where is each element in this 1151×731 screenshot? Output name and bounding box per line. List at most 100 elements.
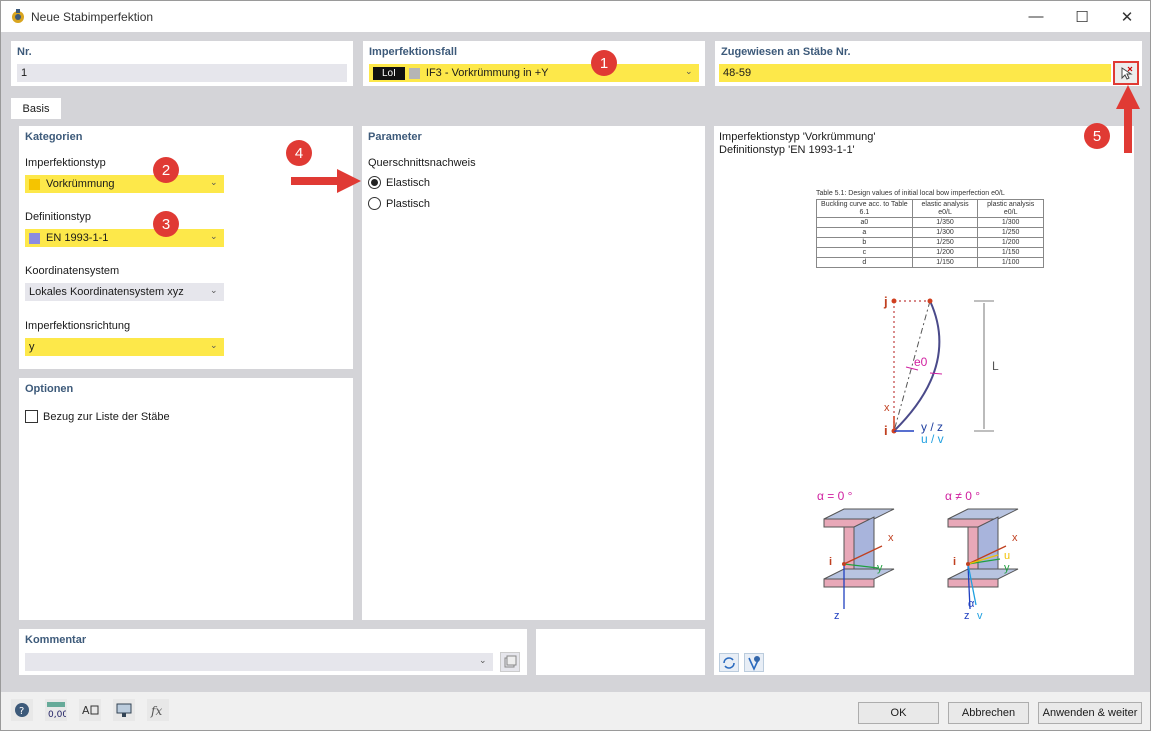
pick-members-button[interactable] (1113, 61, 1139, 85)
info-view-button[interactable] (744, 653, 764, 672)
arrow-up-icon (1116, 85, 1140, 153)
info-line1: Imperfektionstyp 'Vorkrümmung' (719, 131, 876, 143)
imperfektionsfall-title: Imperfektionsfall (369, 46, 458, 58)
section2-y-label: y (1004, 562, 1010, 574)
label-x: x (884, 402, 890, 414)
arrow-right-icon (291, 169, 361, 193)
table-header-row: Buckling curve acc. to Table 6.1 elastic… (816, 199, 1044, 218)
load-type-tag: LoI (373, 66, 405, 80)
apply-next-button[interactable]: Anwenden & weiter (1038, 702, 1142, 724)
table-cell: 1/250 (977, 227, 1044, 238)
ok-label: OK (890, 707, 907, 719)
elastisch-label: Elastisch (386, 177, 431, 189)
table-row: a0 1/350 1/300 (816, 217, 1044, 228)
chevron-down-icon: ⌄ (685, 66, 693, 76)
table-row: c 1/200 1/150 (816, 247, 1044, 258)
definitionstyp-label: Definitionstyp (25, 211, 92, 223)
table-header: elastic analysis e0/L (911, 199, 979, 218)
svg-text:?: ? (19, 706, 24, 717)
table-row: a 1/300 1/250 (816, 227, 1044, 238)
zugewiesen-panel: Zugewiesen an Stäbe Nr. 48-59 (715, 41, 1142, 86)
text-settings-button[interactable]: A (79, 699, 101, 721)
minimize-button[interactable]: — (1013, 1, 1059, 32)
help-icon: ? (15, 703, 29, 717)
plastisch-label: Plastisch (386, 198, 431, 210)
table-cell: 1/200 (911, 247, 979, 258)
view-settings-button[interactable] (113, 699, 135, 721)
chevron-down-icon: ⌄ (210, 340, 218, 350)
dialog-window: Neue Stabimperfektion — ☐ ✕ Nr. 1 Imperf… (0, 0, 1151, 731)
badge-1: 1 (591, 50, 617, 76)
ok-button[interactable]: OK (858, 702, 939, 724)
optionen-panel: Optionen Bezug zur Liste der Stäbe (19, 378, 353, 620)
imperfektionsfall-select[interactable]: LoI IF3 - Vorkrümmung in +Y ⌄ (369, 64, 699, 82)
nr-title: Nr. (17, 46, 32, 58)
section2-u-label: u (1004, 550, 1011, 562)
text-icon: A (82, 704, 99, 717)
imperfektionstyp-swatch (29, 178, 40, 190)
title-bar: Neue Stabimperfektion — ☐ ✕ (1, 1, 1150, 32)
table-header: Buckling curve acc. to Table 6.1 (816, 199, 913, 218)
close-button[interactable]: ✕ (1104, 1, 1150, 32)
richtung-value: y (29, 341, 35, 353)
radio-elastisch[interactable] (368, 176, 381, 189)
imperfektionstyp-select[interactable]: Vorkrümmung ⌄ (25, 175, 224, 193)
chevron-down-icon: ⌄ (210, 177, 218, 187)
zugewiesen-value: 48-59 (723, 67, 752, 79)
cursor-select-icon (1121, 66, 1133, 80)
koordinatensystem-select[interactable]: Lokales Koordinatensystem xyz ⌄ (25, 283, 224, 301)
info-toggle-button[interactable] (719, 653, 739, 672)
nr-panel: Nr. 1 (11, 41, 353, 86)
table-cell: 1/350 (911, 217, 979, 228)
label-j: j (884, 294, 888, 309)
bezug-label: Bezug zur Liste der Stäbe (43, 411, 170, 423)
definitionstyp-swatch (29, 232, 40, 244)
section-x-label: x (888, 532, 894, 544)
svg-text:A: A (82, 704, 90, 717)
case-color-swatch (408, 67, 420, 79)
formula-button[interactable]: fx (147, 699, 169, 721)
tab-basis[interactable]: Basis (11, 98, 61, 119)
refresh-view-icon (723, 657, 735, 669)
cancel-button[interactable]: Abbrechen (948, 702, 1029, 724)
table-cell: 1/300 (911, 227, 979, 238)
richtung-label: Imperfektionsrichtung (25, 320, 131, 332)
table-row: b 1/250 1/200 (816, 237, 1044, 248)
apply-label: Anwenden & weiter (1042, 707, 1138, 719)
table-cell: b (816, 237, 913, 248)
koordinatensystem-label: Koordinatensystem (25, 265, 120, 277)
table-cell: 1/250 (911, 237, 979, 248)
section-y-label: y (877, 562, 883, 574)
table-cell: 1/150 (911, 257, 979, 268)
chevron-down-icon: ⌄ (210, 285, 218, 295)
kommentar-library-button[interactable] (500, 652, 520, 672)
help-button[interactable]: ? (11, 699, 33, 721)
richtung-select[interactable]: y ⌄ (25, 338, 224, 356)
table-cell: a0 (816, 217, 913, 228)
zugewiesen-input[interactable]: 48-59 (719, 64, 1111, 82)
function-icon: fx (150, 704, 162, 718)
radio-plastisch[interactable] (368, 197, 381, 210)
window-title: Neue Stabimperfektion (31, 10, 154, 24)
decimals-button[interactable]: 0,00 (45, 699, 67, 721)
kommentar-input[interactable]: ⌄ (25, 653, 493, 671)
nr-value: 1 (21, 67, 28, 79)
definitionstyp-select[interactable]: EN 1993-1-1 ⌄ (25, 229, 224, 247)
label-i: i (884, 423, 888, 438)
empty-panel (536, 629, 705, 675)
copy-icon (504, 655, 517, 668)
kommentar-panel: Kommentar ⌄ (19, 629, 527, 675)
svg-text:0,00: 0,00 (48, 710, 66, 719)
table-row: d 1/150 1/100 (816, 257, 1044, 268)
table-cell: a (816, 227, 913, 238)
svg-text:fx: fx (150, 704, 162, 718)
info-panel: Imperfektionstyp 'Vorkrümmung' Definitio… (714, 126, 1134, 675)
parameter-panel: Parameter Querschnittsnachweis Elastisch… (362, 126, 705, 620)
bezug-checkbox[interactable] (25, 410, 38, 423)
section2-alpha-label: α (968, 598, 975, 610)
section2-x-label: x (1012, 532, 1018, 544)
maximize-button[interactable]: ☐ (1059, 1, 1105, 32)
badge-5: 5 (1084, 123, 1110, 149)
badge-2: 2 (153, 157, 179, 183)
nr-input[interactable]: 1 (17, 64, 347, 82)
